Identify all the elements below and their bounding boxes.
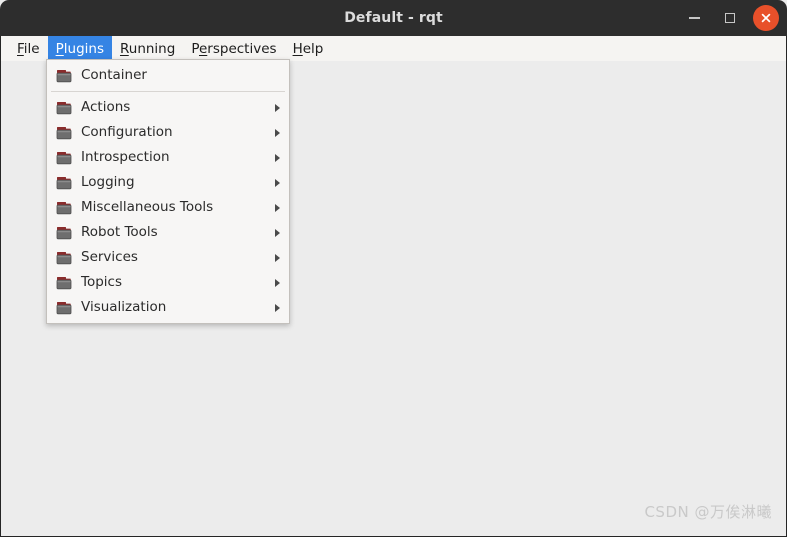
menu-item-miscellaneous-tools[interactable]: Miscellaneous Tools (47, 195, 289, 220)
maximize-button[interactable] (717, 5, 743, 31)
minimize-button[interactable] (681, 5, 707, 31)
titlebar[interactable]: Default - rqt (0, 0, 787, 36)
window-controls (681, 0, 779, 36)
folder-icon (56, 176, 72, 189)
menu-item-services[interactable]: Services (47, 245, 289, 270)
menubar-item-help[interactable]: Help (285, 36, 332, 61)
folder-icon (56, 301, 72, 314)
chevron-right-icon (275, 103, 280, 112)
menu-item-logging[interactable]: Logging (47, 170, 289, 195)
menubar-label-plugins: Plugins (55, 40, 104, 57)
menu-item-topics[interactable]: Topics (47, 270, 289, 295)
chevron-right-icon (275, 228, 280, 237)
maximize-icon (725, 13, 735, 23)
menubar-label-perspectives: Perspectives (191, 40, 277, 57)
folder-icon (56, 69, 72, 82)
chevron-right-icon (275, 303, 280, 312)
folder-icon (56, 151, 72, 164)
menubar-label-help: Help (292, 40, 324, 57)
menu-item-visualization[interactable]: Visualization (47, 295, 289, 320)
chevron-right-icon (275, 128, 280, 137)
folder-icon (56, 101, 72, 114)
menu-item-introspection[interactable]: Introspection (47, 145, 289, 170)
chevron-right-icon (275, 203, 280, 212)
menubar: File Plugins Running Perspectives Help (0, 36, 787, 61)
chevron-right-icon (275, 253, 280, 262)
chevron-right-icon (275, 153, 280, 162)
watermark: CSDN @万俟淋曦 (644, 503, 772, 521)
menu-item-container[interactable]: Container (47, 63, 289, 88)
menubar-item-perspectives[interactable]: Perspectives (183, 36, 284, 61)
minimize-icon (688, 17, 700, 19)
menubar-item-running[interactable]: Running (112, 36, 183, 61)
rqt-main-window: Default - rqt File Plugins Running Persp… (0, 0, 787, 537)
menubar-item-file[interactable]: File (9, 36, 48, 61)
menu-item-label: Logging (81, 173, 135, 190)
folder-icon (56, 201, 72, 214)
chevron-right-icon (275, 178, 280, 187)
folder-icon (56, 251, 72, 264)
menu-item-label: Services (81, 248, 138, 265)
menu-item-label: Container (81, 66, 147, 83)
window-title: Default - rqt (344, 10, 443, 26)
menu-item-label: Actions (81, 98, 131, 115)
menubar-label-running: Running (119, 40, 176, 57)
menu-item-label: Configuration (81, 123, 173, 140)
menu-item-label: Topics (81, 273, 122, 290)
menu-item-actions[interactable]: Actions (47, 95, 289, 120)
chevron-right-icon (275, 278, 280, 287)
folder-icon (56, 226, 72, 239)
folder-icon (56, 126, 72, 139)
menubar-item-plugins[interactable]: Plugins (47, 36, 112, 61)
menu-item-label: Robot Tools (81, 223, 158, 240)
close-button[interactable] (753, 5, 779, 31)
plugins-dropdown-menu: Container Actions Configuration Introspecti… (46, 59, 290, 324)
folder-icon (56, 276, 72, 289)
menu-item-configuration[interactable]: Configuration (47, 120, 289, 145)
menu-item-robot-tools[interactable]: Robot Tools (47, 220, 289, 245)
menu-item-label: Visualization (81, 298, 167, 315)
menu-item-label: Introspection (81, 148, 170, 165)
menu-item-label: Miscellaneous Tools (81, 198, 214, 215)
menubar-label-file: File (17, 40, 40, 57)
menu-separator (51, 91, 285, 92)
close-icon (761, 13, 771, 23)
